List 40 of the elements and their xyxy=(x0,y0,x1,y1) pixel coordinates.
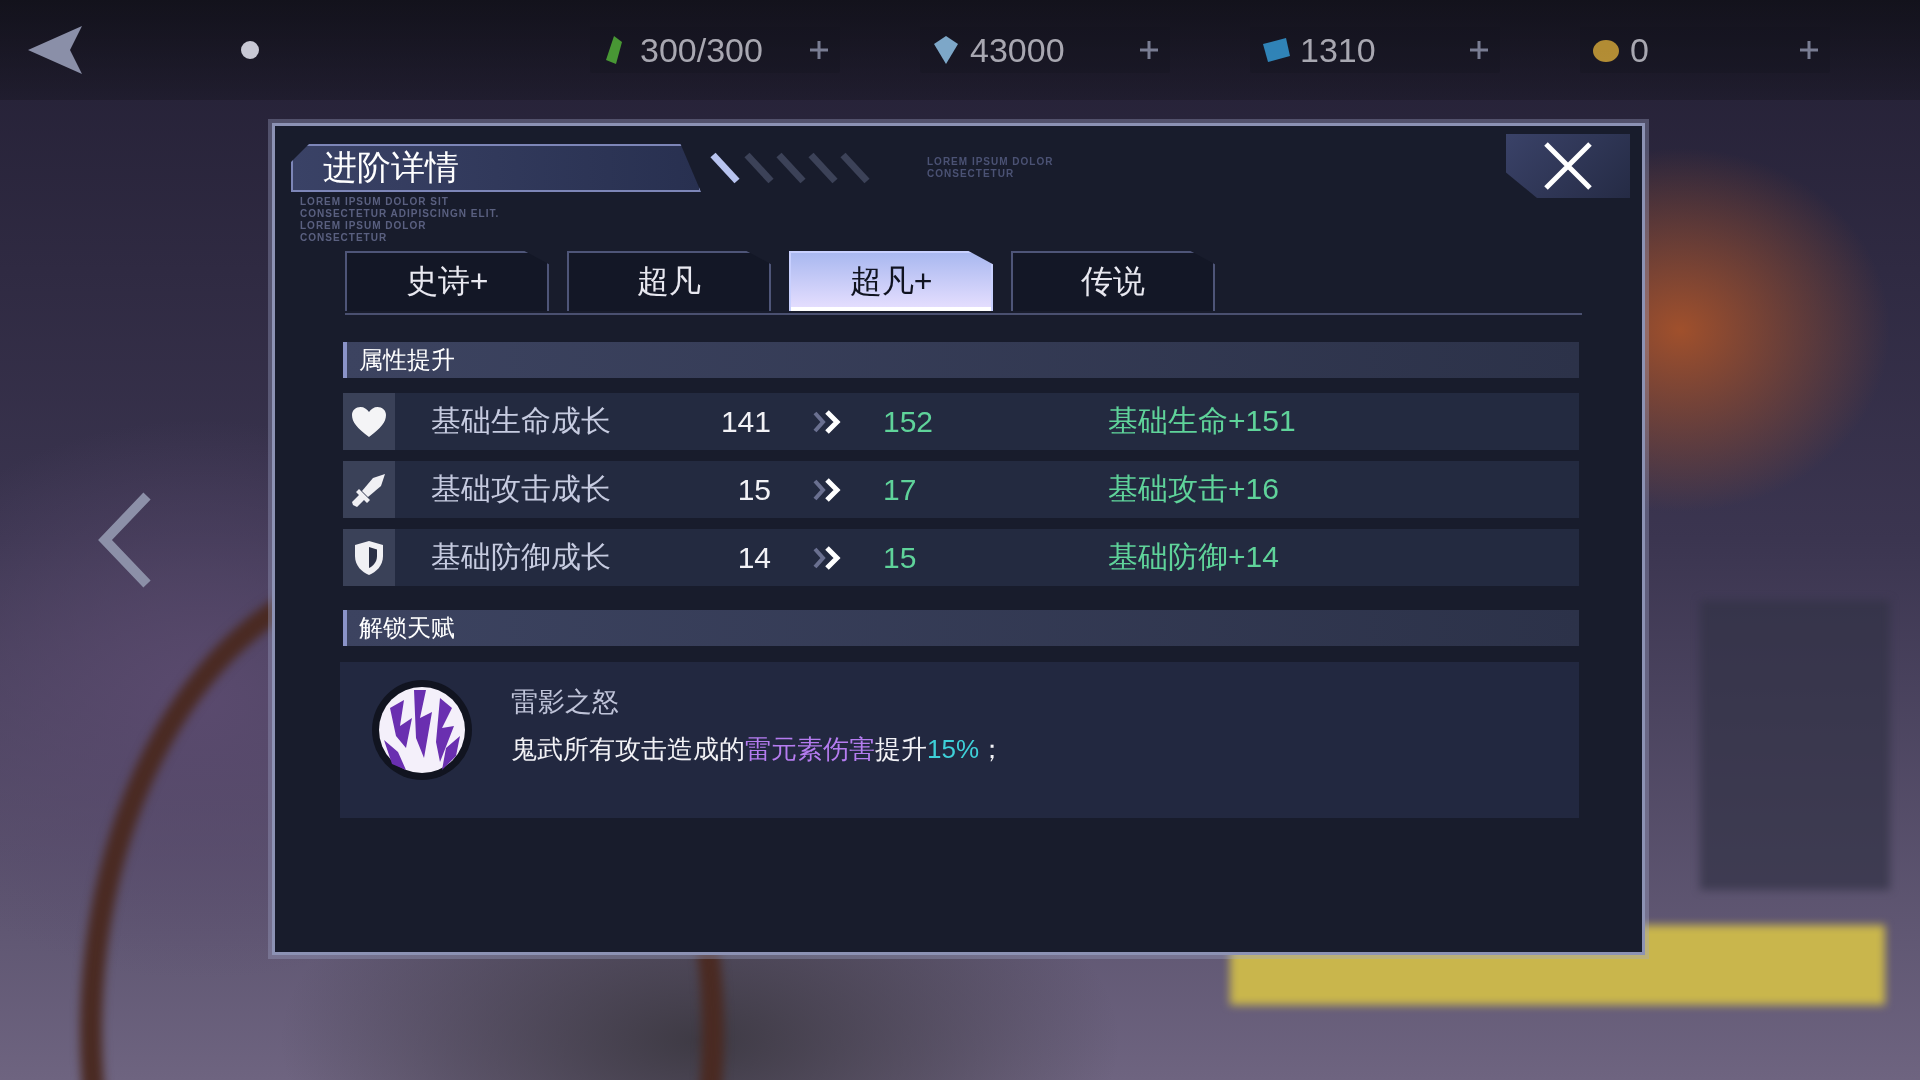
plus-icon[interactable] xyxy=(1798,39,1820,61)
current-value: 141 xyxy=(719,404,771,439)
resource-amount: 43000 xyxy=(970,30,1066,70)
lightning-talent-icon xyxy=(370,678,474,782)
talent-description: 鬼武所有攻击造成的雷元素伤害提升15%； xyxy=(511,733,1006,766)
double-chevron-icon xyxy=(813,545,843,570)
resource-amount: 1310 xyxy=(1300,30,1377,70)
decorative-text: LOREM IPSUM DOLOR SIT CONSECTETUR ADIPISCINGN ELIT. LOREM IPSUM DOLOR CONSECTETUR xyxy=(299,196,501,245)
plus-icon[interactable] xyxy=(1138,39,1160,61)
section-heading: 属性提升 xyxy=(343,342,1579,378)
double-chevron-icon xyxy=(813,409,843,434)
tab[interactable]: 传说 xyxy=(1011,251,1215,311)
next-value: 15 xyxy=(883,540,918,575)
tab[interactable]: 史诗+ xyxy=(345,251,549,311)
plus-icon[interactable] xyxy=(1468,39,1490,61)
sword-icon xyxy=(351,471,387,508)
resource-amount: 300/300 xyxy=(640,30,764,70)
caption-text: LOREM IPSUM DOLOR CONSECTETUR xyxy=(927,156,1054,180)
talent-name: 雷影之怒 xyxy=(511,686,620,719)
current-value: 15 xyxy=(736,472,771,507)
tab[interactable]: 超凡+ xyxy=(789,251,993,311)
stat-name: 基础攻击成长 xyxy=(431,471,612,507)
resource-amount: 0 xyxy=(1630,30,1650,70)
heart-icon xyxy=(351,405,387,438)
stat-name: 基础生命成长 xyxy=(431,403,612,439)
stat-bonus: 基础防御+14 xyxy=(1108,539,1279,575)
next-value: 17 xyxy=(883,472,918,507)
stat-name: 基础防御成长 xyxy=(431,539,612,575)
current-value: 14 xyxy=(736,540,771,575)
stat-bonus: 基础攻击+16 xyxy=(1108,471,1279,507)
dialog-title: 进阶详情 xyxy=(291,144,701,192)
next-value: 152 xyxy=(883,404,935,439)
plus-icon[interactable] xyxy=(808,39,830,61)
stat-bonus: 基础生命+151 xyxy=(1108,403,1296,439)
shield-icon xyxy=(353,539,385,576)
section-heading: 解锁天赋 xyxy=(343,610,1579,646)
double-chevron-icon xyxy=(813,477,843,502)
close-button[interactable] xyxy=(1506,134,1630,198)
close-icon xyxy=(1542,141,1594,191)
tab[interactable]: 超凡 xyxy=(567,251,771,311)
